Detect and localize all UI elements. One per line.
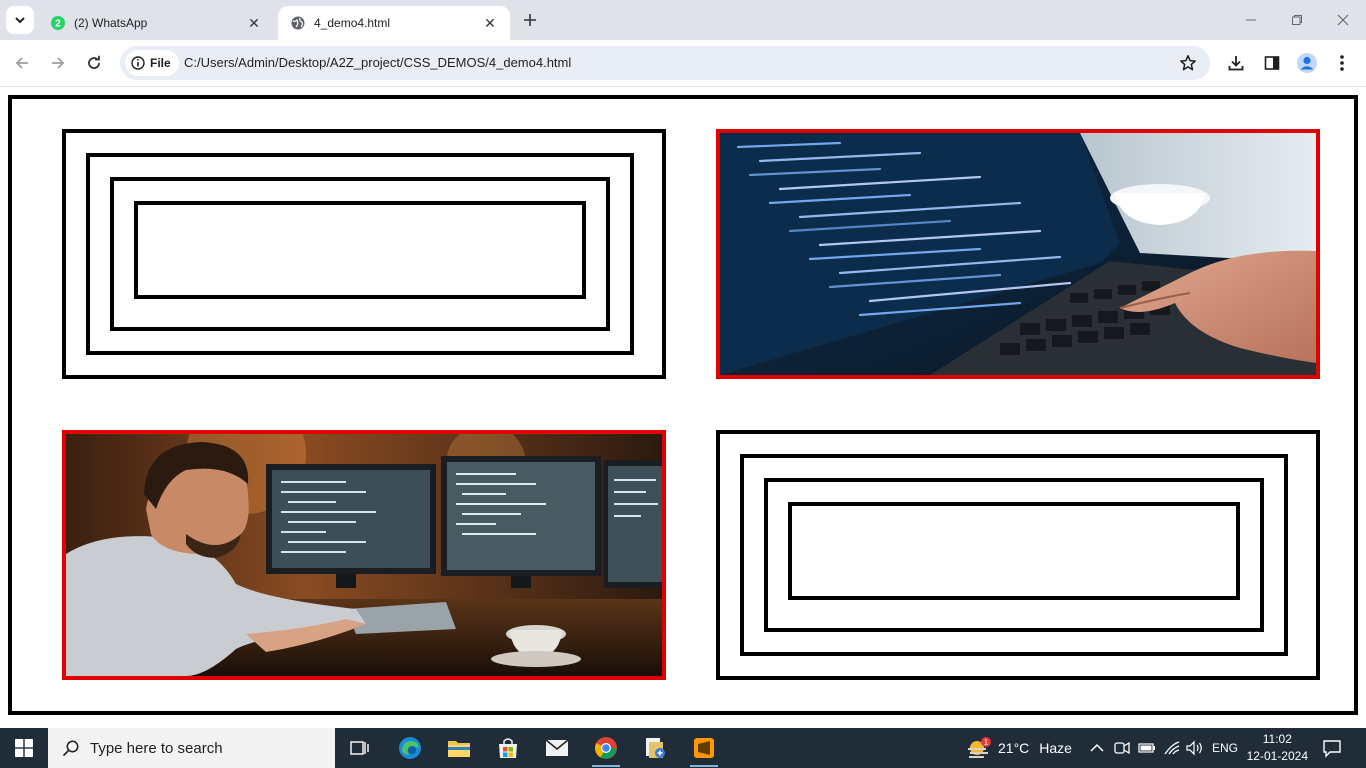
tab-title: (2) WhatsApp [74, 16, 148, 30]
svg-text:1: 1 [984, 738, 989, 747]
developer-monitors-photo [66, 434, 662, 676]
side-panel-icon [1264, 56, 1280, 70]
show-hidden-icons-button[interactable] [1090, 728, 1104, 768]
clock-date: 12-01-2024 [1246, 749, 1308, 763]
tab-title: 4_demo4.html [314, 16, 391, 30]
tab-strip: 2 (2) WhatsApp ✕ 4_demo4.html ✕ [0, 0, 1366, 40]
clock-time: 11:02 [1262, 732, 1292, 746]
side-panel-button[interactable] [1258, 49, 1286, 77]
nested-box-level-2 [740, 454, 1288, 656]
taskbar-file-explorer[interactable] [435, 728, 483, 768]
nested-boxes-bottom-right [716, 430, 1320, 680]
nested-box-level-3 [764, 478, 1264, 632]
search-icon [62, 740, 79, 757]
reload-icon [88, 55, 100, 69]
taskbar-mail[interactable] [533, 728, 581, 768]
network-button[interactable] [1163, 728, 1181, 768]
taskbar-chrome[interactable] [582, 728, 630, 768]
minimize-icon [1246, 19, 1256, 21]
search-placeholder: Type here to search [90, 739, 223, 757]
image-laptop-code [716, 129, 1320, 379]
notification-icon [1323, 740, 1341, 758]
language-indicator[interactable]: ENG [1212, 728, 1238, 768]
task-view-icon [350, 741, 369, 755]
tab-search-button[interactable] [6, 6, 34, 34]
reload-button[interactable] [80, 49, 108, 77]
new-tab-button[interactable] [518, 8, 542, 32]
minimize-button[interactable] [1228, 0, 1274, 40]
scheme-label: File [150, 56, 171, 70]
battery-button[interactable] [1138, 728, 1156, 768]
weather-temperature: 21°C [998, 740, 1030, 756]
profile-button[interactable] [1293, 49, 1321, 77]
laptop-code-photo [720, 133, 1316, 375]
browser-toolbar: File C:/Users/Admin/Desktop/A2Z_project/… [0, 40, 1366, 87]
file-manager-icon [646, 738, 665, 758]
close-icon[interactable]: ✕ [246, 15, 262, 31]
task-view-button[interactable] [336, 728, 384, 768]
arrow-right-icon [52, 57, 65, 69]
edge-icon [399, 737, 421, 759]
speaker-icon [1186, 740, 1202, 756]
back-button[interactable] [8, 49, 36, 77]
clock[interactable]: 11:02 12-01-2024 [1247, 731, 1308, 765]
battery-icon [1138, 743, 1155, 753]
nested-box-level-2 [86, 153, 634, 355]
meet-icon [1114, 741, 1130, 755]
tab-4-demo4[interactable]: 4_demo4.html ✕ [278, 6, 510, 40]
downloads-button[interactable] [1222, 49, 1250, 77]
close-icon[interactable]: ✕ [482, 15, 498, 31]
action-center-button[interactable] [1322, 728, 1342, 768]
volume-button[interactable] [1186, 728, 1204, 768]
svg-text:2: 2 [55, 19, 61, 30]
windows-taskbar: Type here to search 1 21°C Haze ENG 11:0… [0, 728, 1366, 768]
wifi-icon [1164, 741, 1180, 755]
mail-icon [545, 739, 569, 756]
weather-condition: Haze [1039, 740, 1072, 756]
taskbar-edge[interactable] [386, 728, 434, 768]
bookmark-star-button[interactable] [1178, 53, 1198, 73]
globe-icon [291, 16, 305, 30]
plus-icon [524, 14, 536, 26]
browser-menu-button[interactable] [1328, 49, 1356, 77]
avatar-icon [1297, 53, 1317, 73]
web-page-viewport [0, 87, 1366, 728]
weather-haze-icon: 1 [968, 737, 991, 758]
whatsapp-icon: 2 [51, 16, 65, 30]
forward-button[interactable] [44, 49, 72, 77]
chrome-icon [595, 737, 617, 759]
taskbar-sublime-text[interactable] [680, 728, 728, 768]
url-text[interactable]: C:/Users/Admin/Desktop/A2Z_project/CSS_D… [184, 55, 571, 70]
restore-icon [1292, 15, 1302, 25]
nested-box-level-4 [134, 201, 586, 299]
weather-widget[interactable]: 1 21°C Haze [966, 728, 1072, 768]
download-icon [1228, 56, 1244, 71]
site-info-chip[interactable]: File [125, 50, 179, 76]
outer-container [8, 95, 1358, 715]
sublime-text-icon [694, 738, 714, 758]
chevron-up-icon [1090, 743, 1104, 752]
image-developer-monitors [62, 430, 666, 680]
windows-logo-icon [15, 739, 33, 757]
meet-now-button[interactable] [1114, 728, 1130, 768]
nested-boxes-top-left [62, 129, 666, 379]
arrow-left-icon [15, 57, 28, 69]
file-explorer-icon [448, 741, 470, 757]
restore-button[interactable] [1274, 0, 1320, 40]
store-icon [499, 738, 517, 758]
info-icon [131, 56, 145, 70]
star-icon [1180, 55, 1196, 71]
more-vert-icon [1340, 55, 1344, 71]
close-icon [1337, 14, 1349, 26]
taskbar-store[interactable] [484, 728, 532, 768]
taskbar-file-manager[interactable] [631, 728, 679, 768]
address-bar[interactable]: File C:/Users/Admin/Desktop/A2Z_project/… [120, 46, 1210, 80]
start-button[interactable] [0, 728, 48, 768]
chevron-down-icon [15, 17, 25, 24]
nested-box-level-4 [788, 502, 1240, 600]
close-window-button[interactable] [1320, 0, 1366, 40]
taskbar-search-box[interactable]: Type here to search [48, 728, 335, 768]
nested-box-level-3 [110, 177, 610, 331]
tab-whatsapp[interactable]: 2 (2) WhatsApp ✕ [38, 6, 274, 40]
